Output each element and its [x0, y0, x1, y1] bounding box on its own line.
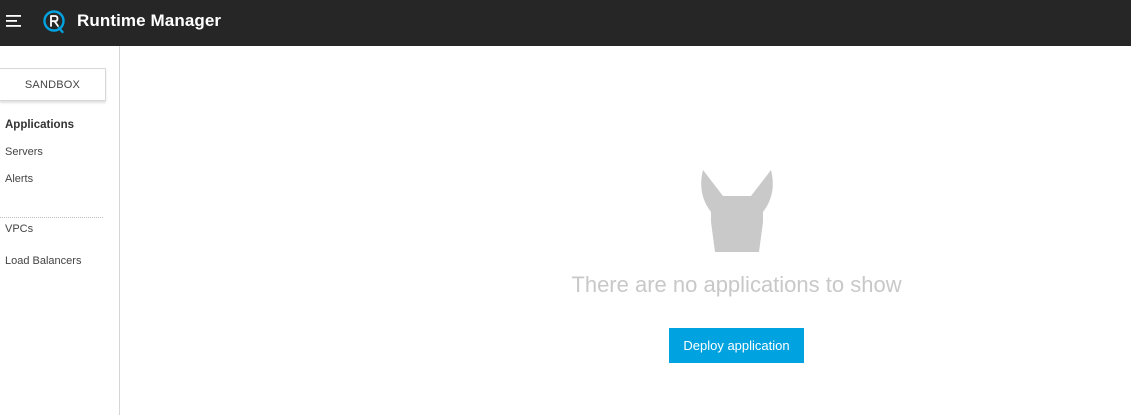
hamburger-menu-icon[interactable]	[5, 12, 23, 30]
sidebar-item-load-balancers[interactable]: Load Balancers	[5, 255, 81, 267]
sidebar-item-alerts[interactable]: Alerts	[5, 173, 33, 185]
mule-head-icon	[699, 170, 775, 254]
sidebar-divider	[0, 217, 103, 218]
top-bar: Runtime Manager	[0, 0, 1131, 46]
sidebar-item-servers[interactable]: Servers	[5, 146, 43, 158]
main-content: There are no applications to show Deploy…	[120, 46, 1131, 415]
runtime-manager-logo-icon	[42, 9, 66, 35]
sidebar-item-applications[interactable]: Applications	[5, 119, 74, 131]
environment-selector-button[interactable]: SANDBOX	[0, 68, 106, 101]
deploy-application-button[interactable]: Deploy application	[669, 328, 804, 363]
sidebar-item-vpcs[interactable]: VPCs	[5, 223, 33, 235]
empty-state-message: There are no applications to show	[571, 272, 902, 297]
app-title: Runtime Manager	[77, 11, 222, 30]
sidebar: SANDBOX Applications Servers Alerts VPCs…	[0, 46, 120, 415]
